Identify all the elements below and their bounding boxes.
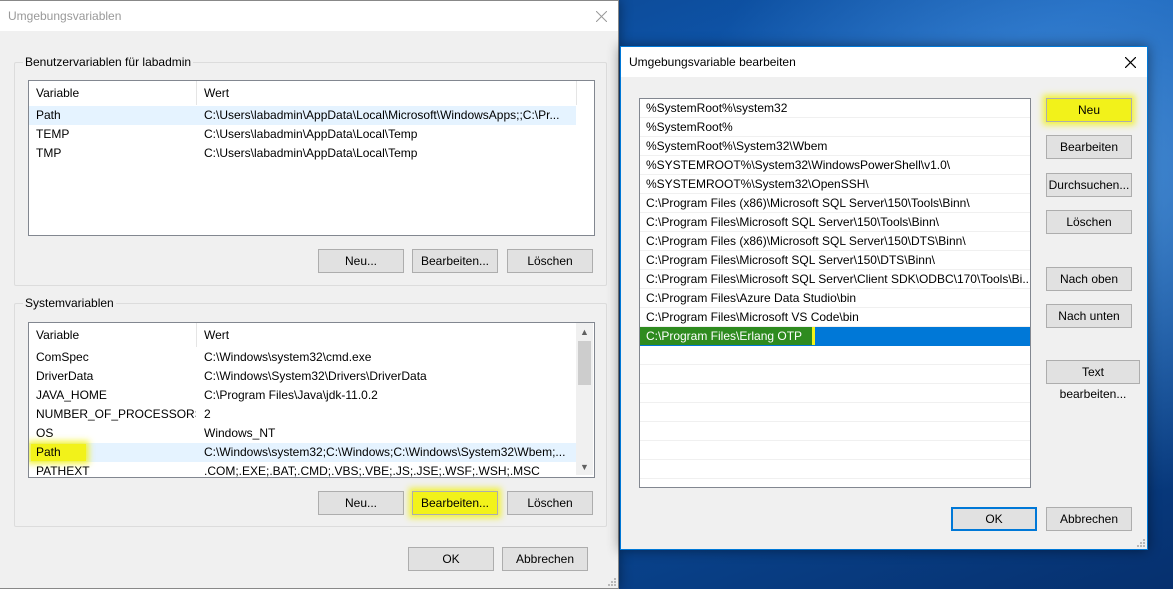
selected-entry-highlight: C:\Program Files\Erlang OTP (640, 327, 813, 345)
list-item[interactable]: %SYSTEMROOT%\System32\OpenSSH\ (640, 175, 1030, 194)
variable-value: Windows_NT (204, 426, 276, 440)
column-header-variable[interactable]: Variable (29, 323, 197, 347)
variable-value: C:\Program Files\Java\jdk-11.0.2 (204, 388, 378, 402)
variable-name: TMP (36, 146, 62, 160)
move-up-button[interactable]: Nach oben (1046, 267, 1132, 291)
variable-name-highlighted: Path (31, 444, 86, 461)
variable-value: .COM;.EXE;.BAT;.CMD;.VBS;.VBE;.JS;.JSE;.… (204, 464, 540, 478)
system-new-button[interactable]: Neu... (318, 491, 404, 515)
table-row[interactable]: DriverData C:\Windows\System32\Drivers\D… (29, 367, 576, 386)
variable-name: JAVA_HOME (36, 388, 107, 402)
user-edit-button[interactable]: Bearbeiten... (412, 249, 498, 273)
list-item[interactable]: C:\Program Files\Azure Data Studio\bin (640, 289, 1030, 308)
edit-text-button[interactable]: Text bearbeiten... (1046, 360, 1140, 401)
empty-list-row (640, 441, 1030, 460)
variable-value: C:\Users\labadmin\AppData\Local\Temp (204, 127, 418, 141)
variable-value: 2 (204, 407, 211, 421)
system-delete-button[interactable]: Löschen (507, 491, 593, 515)
delete-entry-button[interactable]: Löschen (1046, 210, 1132, 234)
system-variables-label: Systemvariablen (23, 296, 116, 310)
variable-value: C:\Users\labadmin\AppData\Local\Temp (204, 146, 418, 160)
variable-value: C:\Windows\system32;C:\Windows;C:\Window… (204, 445, 566, 459)
resize-grip-icon[interactable] (606, 576, 616, 586)
variable-name: Path (36, 108, 61, 122)
dialog-title: Umgebungsvariablen (8, 9, 122, 23)
variable-name: NUMBER_OF_PROCESSORS (36, 407, 196, 421)
empty-list-row (640, 346, 1030, 365)
table-row[interactable]: Path C:\Users\labadmin\AppData\Local\Mic… (29, 106, 576, 125)
variable-name: PATHEXT (36, 464, 90, 478)
edit-entry-button[interactable]: Bearbeiten (1046, 135, 1132, 159)
ok-button[interactable]: OK (408, 547, 494, 571)
close-icon[interactable] (584, 1, 618, 31)
empty-list-row (640, 422, 1030, 441)
dialog-title: Umgebungsvariable bearbeiten (629, 55, 796, 69)
list-item[interactable]: C:\Program Files\Microsoft SQL Server\15… (640, 213, 1030, 232)
column-header-value[interactable]: Wert (197, 81, 577, 105)
table-row[interactable]: ComSpec C:\Windows\system32\cmd.exe (29, 348, 576, 367)
list-item[interactable]: C:\Program Files\Microsoft SQL Server\Cl… (640, 270, 1030, 289)
path-entries-list[interactable]: %SystemRoot%\system32 %SystemRoot% %Syst… (639, 98, 1031, 488)
list-item-selected[interactable]: C:\Program Files\Erlang OTP (640, 327, 1030, 346)
cancel-button[interactable]: Abbrechen (502, 547, 588, 571)
user-new-button[interactable]: Neu... (318, 249, 404, 273)
variable-value: C:\Users\labadmin\AppData\Local\Microsof… (204, 108, 560, 122)
variable-name: TEMP (36, 127, 70, 141)
system-edit-button[interactable]: Bearbeiten... (412, 491, 498, 515)
list-item[interactable]: C:\Program Files (x86)\Microsoft SQL Ser… (640, 194, 1030, 213)
scrollbar-thumb[interactable] (578, 341, 591, 385)
new-entry-button[interactable]: Neu (1046, 98, 1132, 122)
move-down-button[interactable]: Nach unten (1046, 304, 1132, 328)
column-header-value[interactable]: Wert (197, 323, 577, 347)
list-item[interactable]: %SystemRoot%\system32 (640, 99, 1030, 118)
empty-list-row (640, 460, 1030, 479)
variable-name: OS (36, 426, 54, 440)
user-delete-button[interactable]: Löschen (507, 249, 593, 273)
vertical-scrollbar[interactable]: ▲ ▼ (576, 323, 593, 475)
list-item[interactable]: C:\Program Files\Microsoft VS Code\bin (640, 308, 1030, 327)
variable-value: C:\Windows\System32\Drivers\DriverData (204, 369, 427, 383)
empty-list-row (640, 365, 1030, 384)
table-row[interactable]: OS Windows_NT (29, 424, 576, 443)
scroll-down-icon[interactable]: ▼ (576, 458, 593, 475)
edit-environment-variable-dialog: Umgebungsvariable bearbeiten %SystemRoot… (620, 46, 1148, 550)
table-row[interactable]: TMP C:\Users\labadmin\AppData\Local\Temp (29, 144, 576, 163)
system-variables-list[interactable]: Variable Wert ComSpec C:\Windows\system3… (28, 322, 595, 478)
resize-grip-icon[interactable] (1135, 537, 1145, 547)
table-row-selected[interactable]: Path C:\Windows\system32;C:\Windows;C:\W… (29, 443, 576, 462)
table-row[interactable]: PATHEXT .COM;.EXE;.BAT;.CMD;.VBS;.VBE;.J… (29, 462, 576, 478)
scroll-up-icon[interactable]: ▲ (576, 323, 593, 340)
variable-name: ComSpec (36, 350, 89, 364)
environment-variables-dialog: Umgebungsvariablen Benutzervariablen für… (0, 0, 619, 589)
list-item[interactable]: %SystemRoot% (640, 118, 1030, 137)
table-row[interactable]: NUMBER_OF_PROCESSORS 2 (29, 405, 576, 424)
variable-value: C:\Windows\system32\cmd.exe (204, 350, 372, 364)
list-header: Variable Wert (29, 323, 594, 347)
variable-name: DriverData (36, 369, 94, 383)
user-variables-label: Benutzervariablen für labadmin (23, 55, 194, 69)
list-item[interactable]: %SystemRoot%\System32\Wbem (640, 137, 1030, 156)
column-header-variable[interactable]: Variable (29, 81, 197, 105)
empty-list-row (640, 403, 1030, 422)
cancel-button[interactable]: Abbrechen (1046, 507, 1132, 531)
title-bar: Umgebungsvariable bearbeiten (621, 47, 1147, 77)
list-item[interactable]: %SYSTEMROOT%\System32\WindowsPowerShell\… (640, 156, 1030, 175)
table-row[interactable]: JAVA_HOME C:\Program Files\Java\jdk-11.0… (29, 386, 576, 405)
close-icon[interactable] (1113, 47, 1147, 77)
empty-list-row (640, 384, 1030, 403)
table-row[interactable]: TEMP C:\Users\labadmin\AppData\Local\Tem… (29, 125, 576, 144)
title-bar: Umgebungsvariablen (0, 1, 618, 31)
list-item[interactable]: C:\Program Files\Microsoft SQL Server\15… (640, 251, 1030, 270)
list-header: Variable Wert (29, 81, 594, 105)
user-variables-list[interactable]: Variable Wert Path C:\Users\labadmin\App… (28, 80, 595, 236)
list-item[interactable]: C:\Program Files (x86)\Microsoft SQL Ser… (640, 232, 1030, 251)
browse-button[interactable]: Durchsuchen... (1046, 173, 1132, 197)
ok-button[interactable]: OK (951, 507, 1037, 531)
